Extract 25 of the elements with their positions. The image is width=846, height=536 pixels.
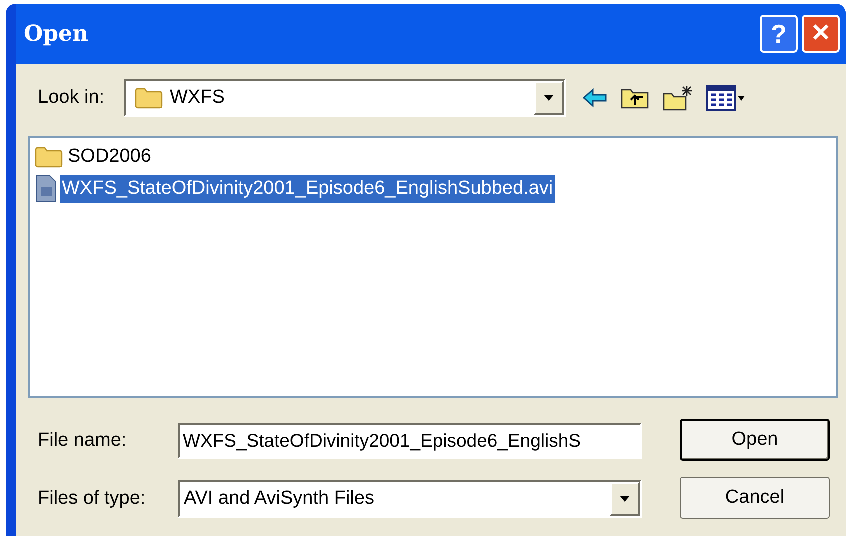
- caret-icon: [619, 495, 631, 503]
- close-button[interactable]: ✕: [802, 15, 840, 53]
- dropdown-button[interactable]: [534, 81, 564, 115]
- view-menu-icon[interactable]: [706, 85, 746, 111]
- folder-icon: [34, 145, 64, 169]
- new-folder-icon[interactable]: [662, 84, 694, 112]
- file-list-item[interactable]: SOD2006: [66, 142, 154, 172]
- cancel-button[interactable]: Cancel: [680, 477, 830, 519]
- open-button[interactable]: Open: [680, 419, 830, 461]
- back-icon[interactable]: [582, 88, 608, 108]
- file-list-item[interactable]: WXFS_StateOfDivinity2001_Episode6_EnglishSubbed.avi: [60, 174, 556, 204]
- folder-icon: [134, 86, 164, 110]
- look-in-value: WXFS: [170, 86, 226, 110]
- look-in-combo[interactable]: WXFS: [124, 79, 566, 117]
- look-in-label: Look in:: [37, 86, 106, 110]
- caret-icon: [543, 94, 555, 102]
- help-button[interactable]: ?: [760, 15, 798, 53]
- video-file-icon: [34, 175, 58, 203]
- file-name-label: File name:: [37, 428, 128, 453]
- file-type-combo[interactable]: AVI and AviSynth Files: [178, 480, 642, 518]
- file-type-label: Files of type:: [37, 486, 147, 511]
- file-name-field[interactable]: WXFS_StateOfDivinity2001_Episode6_EnglishS: [178, 423, 642, 459]
- file-type-value: AVI and AviSynth Files: [184, 486, 376, 511]
- dropdown-button[interactable]: [610, 482, 640, 516]
- window-title: Open: [24, 20, 90, 48]
